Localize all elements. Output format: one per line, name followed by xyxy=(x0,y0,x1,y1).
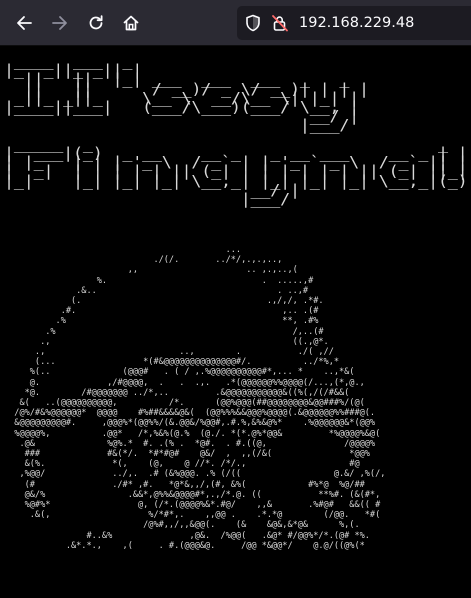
page-content: ____ ___ _ |_ _||_ _|| | || || |_| ___ _… xyxy=(0,46,471,598)
shield-icon[interactable] xyxy=(245,14,261,36)
ascii-banner: ____ ___ _ |_ _||_ _|| | || || |_| ___ _… xyxy=(4,52,468,209)
arrow-left-icon xyxy=(17,16,32,30)
forward-button[interactable] xyxy=(45,8,75,38)
ascii-art: ... ./(/. ../*/,.,.,.., ,, .. ,.,..,( %.… xyxy=(14,245,386,551)
url-bar[interactable]: 192.168.229.48 xyxy=(237,6,471,40)
browser-toolbar: 192.168.229.48 xyxy=(0,0,471,46)
home-icon xyxy=(123,15,139,31)
reload-icon xyxy=(89,15,103,30)
url-text[interactable]: 192.168.229.48 xyxy=(299,13,414,33)
home-button[interactable] xyxy=(116,8,146,38)
arrow-right-icon xyxy=(52,16,67,30)
reload-button[interactable] xyxy=(81,8,111,38)
lock-insecure-icon[interactable] xyxy=(271,14,289,36)
back-button[interactable] xyxy=(9,8,39,38)
